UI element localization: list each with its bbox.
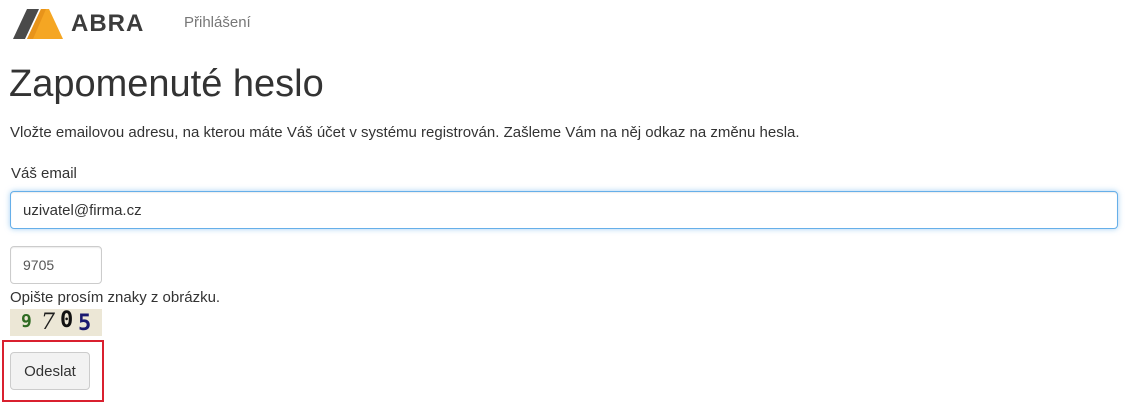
forgot-password-page: ABRA Přihlášení Zapomenuté heslo Vložte … bbox=[0, 0, 1130, 412]
page-title: Zapomenuté heslo bbox=[9, 63, 324, 105]
submit-button[interactable]: Odeslat bbox=[10, 352, 90, 390]
top-navbar: ABRA Přihlášení bbox=[0, 0, 1130, 48]
brand-logo[interactable]: ABRA bbox=[13, 9, 144, 39]
captcha-char: 5 bbox=[78, 311, 92, 336]
captcha-image: 9 7 0 5 bbox=[10, 309, 102, 336]
captcha-input[interactable] bbox=[10, 246, 102, 284]
email-field[interactable] bbox=[10, 191, 1118, 229]
captcha-char: 0 bbox=[60, 309, 74, 333]
nav-link-login[interactable]: Přihlášení bbox=[184, 13, 251, 33]
email-label: Váš email bbox=[11, 165, 77, 182]
abra-logo-icon bbox=[13, 9, 63, 39]
captcha-char: 7 bbox=[41, 310, 55, 335]
captcha-hint: Opište prosím znaky z obrázku. bbox=[10, 289, 221, 306]
brand-name: ABRA bbox=[71, 10, 145, 37]
captcha-char: 9 bbox=[21, 311, 32, 332]
page-description: Vložte emailovou adresu, na kterou máte … bbox=[10, 124, 800, 141]
